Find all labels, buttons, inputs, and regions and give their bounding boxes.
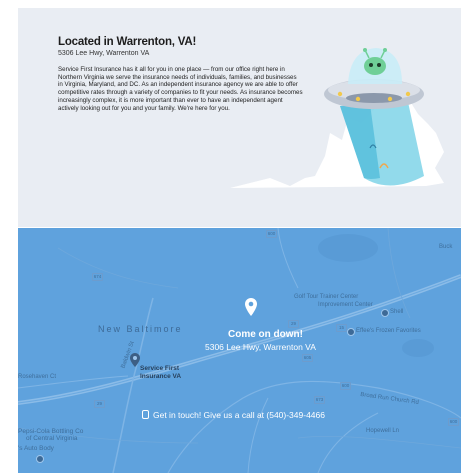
route-shield: 600 bbox=[266, 230, 277, 238]
place-label: Improvement Center bbox=[318, 302, 373, 308]
location-address: 5306 Lee Hwy, Warrenton VA bbox=[58, 50, 150, 57]
route-shield: 15 bbox=[336, 324, 347, 332]
map-section[interactable]: 674 600 29 15 605 600 673 29 600 New Bal… bbox=[18, 228, 461, 473]
service-first-label-line2: Insurance VA bbox=[140, 372, 182, 380]
place-label: Effee's Frozen Favorites bbox=[356, 328, 421, 334]
town-label: New Baltimore bbox=[98, 324, 183, 334]
route-shield: 29 bbox=[288, 320, 299, 328]
place-label: of Central Virginia bbox=[26, 435, 78, 442]
cta-title: Come on down! bbox=[228, 329, 303, 340]
effees-marker[interactable] bbox=[347, 328, 355, 336]
route-shield: 605 bbox=[302, 354, 313, 362]
road-label: Rosehaven Ct bbox=[18, 374, 57, 380]
cta-address: 5306 Lee Hwy, Warrenton VA bbox=[205, 342, 316, 352]
shell-marker[interactable] bbox=[381, 309, 389, 317]
location-pin-icon bbox=[245, 298, 257, 316]
ufo-virginia-illustration bbox=[230, 48, 444, 188]
route-shield: 600 bbox=[448, 418, 459, 426]
alien bbox=[364, 57, 386, 75]
call-link[interactable]: Get in touch! Give us a call at (540)-34… bbox=[142, 410, 325, 420]
location-title: Located in Warrenton, VA! bbox=[58, 36, 197, 48]
route-shield: 600 bbox=[340, 382, 351, 390]
place-label: Shell bbox=[390, 309, 404, 315]
road-label: Hopewell Ln bbox=[366, 428, 400, 434]
place-label: Buck bbox=[439, 244, 453, 250]
route-shield: 29 bbox=[94, 400, 105, 408]
auto-body-marker[interactable] bbox=[36, 455, 44, 463]
service-first-marker-icon[interactable] bbox=[130, 353, 140, 367]
service-first-label-line1: Service First bbox=[140, 365, 180, 372]
service-first-label[interactable]: Service First Insurance VA bbox=[140, 365, 181, 380]
route-shield: 673 bbox=[314, 396, 325, 404]
route-shield: 674 bbox=[92, 273, 103, 281]
place-label: Golf Tour Trainer Center bbox=[294, 294, 359, 300]
call-text: Get in touch! Give us a call at (540)-34… bbox=[153, 410, 325, 420]
place-label: 's Auto Body bbox=[18, 445, 54, 452]
phone-icon bbox=[142, 410, 149, 419]
location-section: Located in Warrenton, VA! 5306 Lee Hwy, … bbox=[18, 8, 461, 227]
place-label: Pepsi-Cola Bottling Co bbox=[18, 428, 84, 435]
